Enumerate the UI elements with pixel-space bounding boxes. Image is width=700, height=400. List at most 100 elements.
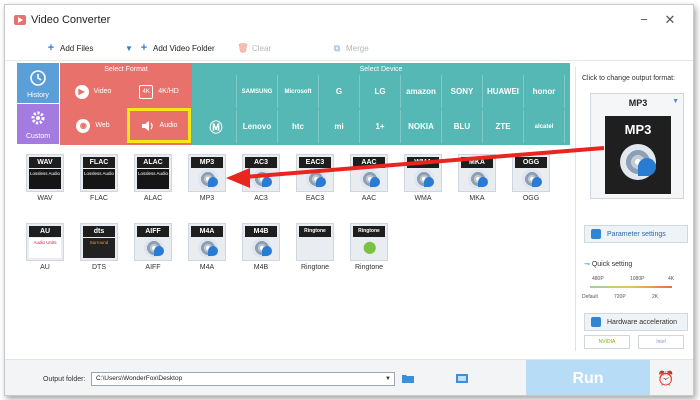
format-tag: EAC3: [299, 157, 331, 168]
format-label: DTS: [92, 264, 106, 271]
format-tile-eac3[interactable]: EAC3: [296, 154, 334, 192]
tick-label: 4K: [668, 276, 675, 282]
device-mi[interactable]: mi: [319, 110, 360, 143]
tick-label: 1080P: [630, 276, 645, 282]
device-huawei[interactable]: HUAWEI: [483, 75, 524, 108]
format-category-video[interactable]: ▶ Video: [62, 75, 124, 108]
output-format-selector[interactable]: MP3 ▼ MP3: [590, 93, 684, 199]
music-disc-icon: [144, 238, 164, 258]
minimize-button[interactable]: −: [635, 11, 653, 29]
format-tile-mka[interactable]: MKA: [458, 154, 496, 192]
device-amazon[interactable]: amazon: [401, 75, 442, 108]
device-apple[interactable]: [196, 75, 237, 108]
format-tile-flac[interactable]: FLAC Lossless Audio: [80, 154, 118, 192]
device-label: htc: [292, 122, 304, 131]
clock-icon: [30, 70, 46, 86]
device-lenovo[interactable]: Lenovo: [237, 110, 278, 143]
nvidia-option[interactable]: NVIDIA: [584, 335, 630, 349]
select-device-label: Select Device: [359, 66, 403, 73]
nvidia-label: NVIDIA: [598, 339, 616, 345]
device-alcatel[interactable]: alcatel: [524, 110, 565, 143]
toolbar: + Add Files ▼ + Add Video Folder 🗑 Clear…: [5, 35, 693, 61]
device-lg[interactable]: LG: [360, 75, 401, 108]
format-tile-m4b[interactable]: M4B: [242, 223, 280, 261]
output-format-hint: Click to change output format:: [582, 75, 675, 82]
intel-label: Intel: [656, 339, 666, 345]
format-tile-aac[interactable]: AAC: [350, 154, 388, 192]
format-tile-au[interactable]: AU Audio Units: [26, 223, 64, 261]
device-microsoft[interactable]: Microsoft: [278, 75, 319, 108]
format-tile-ogg[interactable]: OGG: [512, 154, 550, 192]
dropdown-arrow-icon[interactable]: ▼: [382, 373, 394, 385]
format-category-label: 4K/HD: [158, 88, 179, 95]
format-category-audio[interactable]: Audio: [127, 108, 191, 143]
device-blu[interactable]: BLU: [442, 110, 483, 143]
select-format-label: Select Format: [104, 66, 148, 73]
quick-setting-text: Quick setting: [591, 261, 633, 268]
run-button[interactable]: Run: [526, 360, 650, 395]
format-tag: M4B: [245, 226, 277, 237]
format-tile-mp3[interactable]: MP3: [188, 154, 226, 192]
run-label: Run: [572, 370, 604, 387]
device-label: Microsoft: [284, 88, 312, 95]
format-label: AC3: [254, 195, 268, 202]
format-tag: MKA: [461, 157, 493, 168]
format-category-label: Video: [93, 88, 112, 95]
app-title: Video Converter: [31, 14, 111, 26]
format-label: MKA: [469, 195, 485, 202]
format-tile-m4a[interactable]: M4A: [188, 223, 226, 261]
tick-label: 480P: [592, 276, 604, 282]
device-sony[interactable]: SONY: [442, 75, 483, 108]
chip-icon: [591, 317, 601, 327]
output-format-tag: MP3: [624, 122, 652, 137]
bottom-bar: Output folder: C:\Users\WonderFox\Deskto…: [5, 359, 693, 395]
close-button[interactable]: ✕: [661, 11, 679, 29]
custom-tab[interactable]: Custom: [17, 104, 59, 144]
format-tile-dts[interactable]: dts Surround: [80, 223, 118, 261]
device-htc[interactable]: htc: [278, 110, 319, 143]
format-tile-wma[interactable]: WMA: [404, 154, 442, 192]
alarm-clock-icon[interactable]: ⏰: [657, 370, 675, 388]
trash-icon: 🗑: [237, 42, 249, 53]
format-tile-ringtone[interactable]: Ringtone ⬤: [350, 223, 388, 261]
format-tile-aiff[interactable]: AIFF: [134, 223, 172, 261]
quality-slider[interactable]: [590, 286, 672, 288]
device-nokia[interactable]: NOKIA: [401, 110, 442, 143]
device-g[interactable]: G: [319, 75, 360, 108]
format-subtitle: Audio Units: [29, 238, 61, 258]
open-folder-icon[interactable]: [455, 372, 469, 385]
format-tile-alac[interactable]: ALAC Lossless Audio: [134, 154, 172, 192]
intel-option[interactable]: Intel: [638, 335, 684, 349]
format-label: Ringtone: [300, 264, 330, 271]
device-motorola[interactable]: Ⓜ: [196, 110, 237, 143]
format-tile-ac3[interactable]: AC3: [242, 154, 280, 192]
add-files-button[interactable]: + Add Files: [45, 41, 94, 55]
music-disc-icon: [198, 169, 218, 189]
format-subtitle: Lossless Audio: [29, 169, 61, 189]
device-1-[interactable]: 1+: [360, 110, 401, 143]
parameter-settings-button[interactable]: Parameter settings: [584, 225, 688, 243]
output-folder-value: C:\Users\WonderFox\Desktop: [96, 375, 183, 382]
merge-icon: ⧉: [333, 42, 341, 53]
format-label: MP3: [199, 195, 215, 202]
format-tile-ringtone[interactable]: Ringtone: [296, 223, 334, 261]
clear-button[interactable]: 🗑 Clear: [237, 41, 271, 55]
output-folder-input[interactable]: C:\Users\WonderFox\Desktop ▼: [91, 372, 395, 386]
hardware-acceleration-toggle[interactable]: Hardware acceleration: [584, 313, 688, 331]
dropdown-arrow-icon: ▼: [672, 98, 679, 105]
add-video-folder-button[interactable]: ▼ + Add Video Folder: [123, 41, 215, 55]
format-category-4k-hd[interactable]: 4K 4K/HD: [128, 75, 190, 108]
browse-folder-icon[interactable]: [401, 372, 415, 385]
format-category-web[interactable]: ◉ Web: [62, 109, 124, 142]
format-tile-wav[interactable]: WAV Lossless Audio: [26, 154, 64, 192]
device-label: SONY: [450, 87, 474, 96]
device-label: NOKIA: [408, 122, 434, 131]
format-tag: WMA: [407, 157, 439, 168]
device-samsung[interactable]: SAMSUNG: [237, 75, 278, 108]
format-tag: WAV: [29, 157, 61, 168]
merge-button[interactable]: ⧉ Merge: [331, 41, 369, 55]
device-honor[interactable]: honor: [524, 75, 565, 108]
history-tab[interactable]: History: [17, 63, 59, 103]
select-device-header: Select Device: [192, 65, 570, 75]
device-zte[interactable]: ZTE: [483, 110, 524, 143]
